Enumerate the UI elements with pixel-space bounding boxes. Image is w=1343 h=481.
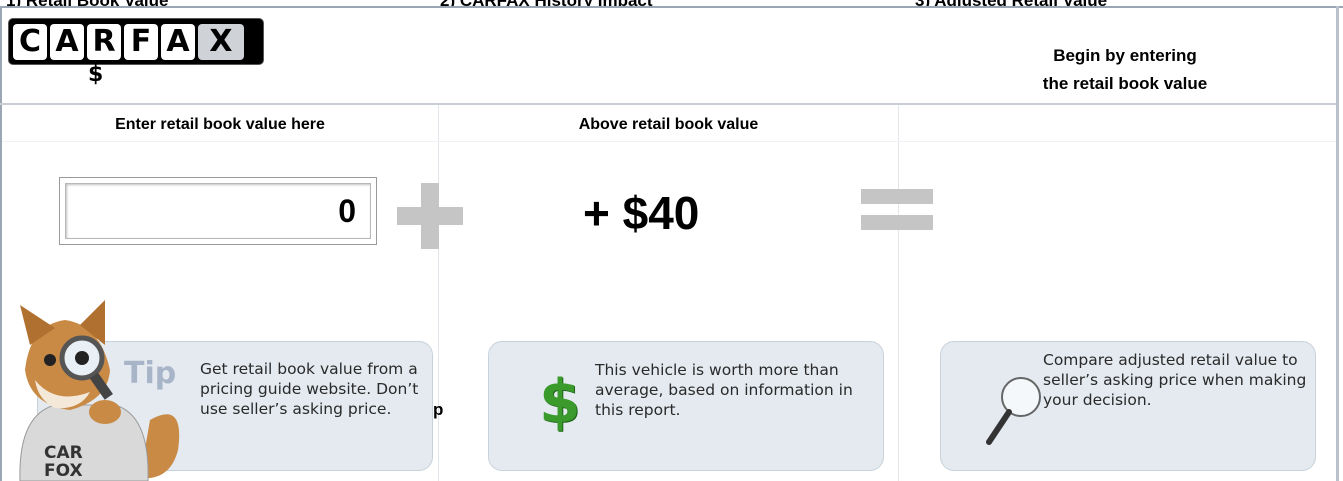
- dollar-icon: $: [539, 367, 581, 437]
- logo-letter-a: A: [50, 23, 84, 60]
- header-divider: [0, 103, 1336, 105]
- instruction-text: Begin by entering the retail book value: [985, 42, 1265, 98]
- logo-letter-c: C: [13, 23, 47, 60]
- logo-letter-f: F: [124, 23, 158, 60]
- car-fox-mascot-icon: CAR FOX: [19, 300, 180, 481]
- plus-icon: [397, 183, 463, 249]
- history-impact-column-header: Above retail book value: [578, 116, 759, 133]
- carfax-logo: C A R F A X $: [8, 18, 266, 87]
- logo-letter-a2: A: [161, 23, 195, 60]
- history-adjustment-amount: + $40: [583, 187, 700, 239]
- fox-shirt-line-2: FOX: [44, 461, 83, 481]
- retail-book-column-header: Enter retail book value here: [115, 116, 325, 133]
- logo-letter-x: X: [198, 23, 244, 60]
- column-separator-2: [898, 105, 899, 481]
- tip-card-vehicle-worth: $ This vehicle is worth more than averag…: [488, 341, 884, 471]
- tip-text-vehicle-worth: This vehicle is worth more than average,…: [595, 361, 853, 419]
- frame-right: [1336, 6, 1339, 481]
- equals-icon: [861, 187, 933, 235]
- tip-text-book-value: Get retail book value from a pricing gui…: [200, 360, 419, 418]
- instruction-line-2: the retail book value: [1042, 74, 1208, 93]
- retail-book-value-field: [59, 177, 377, 245]
- tip-card-compare: Compare adjusted retail value to seller’…: [940, 341, 1316, 471]
- logo-dollar-icon: $: [88, 62, 104, 87]
- tip-text-compare: Compare adjusted retail value to seller’…: [1043, 351, 1307, 409]
- instruction-line-1: Begin by entering: [1053, 46, 1197, 65]
- logo-letter-r: R: [87, 23, 121, 60]
- column-header-divider: [2, 141, 1336, 142]
- retail-book-value-input[interactable]: [65, 183, 371, 239]
- column-separator-1: [438, 105, 439, 481]
- stray-character: p: [433, 400, 444, 419]
- logo-letters: C A R F A X: [8, 18, 264, 65]
- fox-shirt-line-1: CAR: [44, 443, 83, 463]
